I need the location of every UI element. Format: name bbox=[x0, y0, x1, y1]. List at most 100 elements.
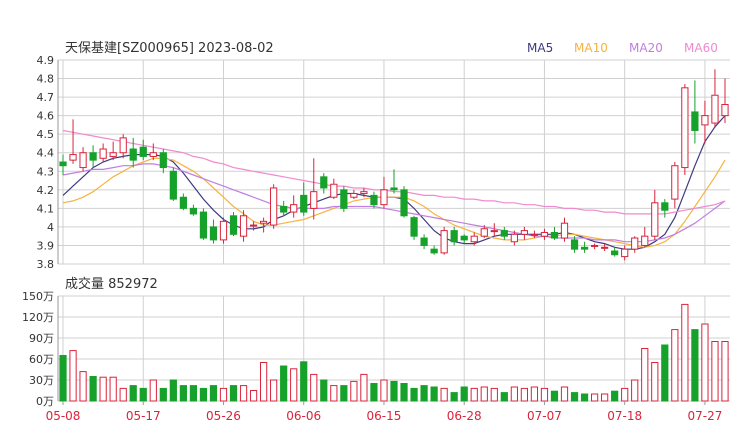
candle-body bbox=[490, 230, 498, 233]
candle bbox=[520, 226, 528, 240]
candle bbox=[320, 173, 328, 194]
price-tick-label: 4.8 bbox=[37, 73, 55, 86]
volume-bar bbox=[239, 385, 248, 402]
candle bbox=[671, 162, 679, 209]
candle-body bbox=[570, 239, 579, 250]
candle bbox=[69, 119, 77, 164]
price-tick-label: 4.9 bbox=[37, 54, 55, 67]
volume-bars bbox=[59, 303, 729, 402]
legend-ma20: MA20 bbox=[629, 41, 663, 55]
candle bbox=[270, 184, 278, 229]
volume-bar bbox=[400, 383, 408, 402]
candle-body bbox=[370, 194, 378, 206]
candle-body bbox=[189, 207, 198, 215]
volume-bar bbox=[520, 387, 528, 402]
candle bbox=[540, 228, 549, 240]
volume-tick-label: 0万 bbox=[36, 395, 54, 408]
volume-bar bbox=[470, 387, 478, 402]
candle-body bbox=[410, 217, 418, 237]
volume-bar bbox=[129, 385, 137, 402]
candle bbox=[560, 217, 569, 242]
volume-bar bbox=[249, 390, 258, 402]
volume-bar bbox=[109, 376, 117, 402]
volume-bar bbox=[89, 376, 97, 402]
volume-bar bbox=[290, 368, 298, 402]
volume-bar bbox=[480, 386, 488, 402]
candle-body bbox=[691, 111, 699, 131]
price-tick-label: 4.4 bbox=[37, 147, 55, 160]
candle-body bbox=[530, 233, 539, 236]
candle bbox=[641, 226, 649, 248]
volume-bar bbox=[149, 379, 157, 402]
candle bbox=[330, 178, 338, 200]
candle-body bbox=[430, 248, 438, 254]
candle bbox=[139, 139, 147, 161]
volume-bar bbox=[300, 361, 308, 402]
date-tick-label: 06-28 bbox=[447, 409, 482, 423]
candle-body bbox=[540, 231, 549, 237]
candle-body bbox=[470, 235, 478, 243]
volume-bar bbox=[159, 387, 167, 402]
candle bbox=[229, 212, 238, 237]
volume-bar bbox=[711, 341, 719, 402]
candle bbox=[430, 245, 438, 255]
candle-body bbox=[340, 189, 348, 209]
candle-body bbox=[350, 193, 358, 198]
candle-body bbox=[79, 152, 87, 169]
candle bbox=[570, 236, 579, 253]
candle-body bbox=[631, 237, 639, 250]
date-tick-label: 05-17 bbox=[126, 409, 161, 423]
candle bbox=[590, 243, 599, 250]
candle-body bbox=[139, 146, 147, 157]
candle bbox=[280, 200, 288, 216]
candle-body bbox=[450, 230, 458, 243]
candle bbox=[711, 69, 719, 127]
candle bbox=[290, 195, 298, 218]
volume-y-axis: 150万 120万 90万 60万 30万 0万 bbox=[22, 290, 54, 408]
candle bbox=[380, 176, 388, 209]
volume-bar bbox=[189, 385, 198, 402]
candle-body bbox=[701, 115, 709, 126]
volume-bar bbox=[79, 371, 87, 402]
candle bbox=[310, 158, 318, 220]
candle-body bbox=[199, 211, 208, 239]
candle-body bbox=[270, 187, 278, 226]
volume-bar bbox=[490, 387, 498, 402]
candle bbox=[580, 241, 589, 253]
candle bbox=[59, 154, 67, 175]
candle-body bbox=[681, 87, 689, 169]
candle bbox=[350, 189, 358, 200]
candlesticks bbox=[59, 69, 729, 261]
candle bbox=[611, 247, 619, 257]
candle-body bbox=[721, 104, 729, 117]
candle bbox=[410, 215, 418, 240]
price-grid bbox=[57, 59, 730, 265]
candle-body bbox=[69, 154, 77, 161]
volume-bar bbox=[510, 386, 518, 402]
volume-bar bbox=[99, 376, 107, 402]
candle-body bbox=[330, 183, 338, 198]
candle bbox=[189, 204, 198, 216]
volume-bar bbox=[340, 385, 348, 402]
candle-body bbox=[169, 170, 177, 200]
volume-bar bbox=[550, 390, 559, 402]
candle bbox=[631, 236, 639, 253]
price-tick-label: 4.1 bbox=[37, 202, 55, 215]
volume-bar bbox=[320, 379, 328, 402]
candle-body bbox=[360, 191, 368, 195]
candle-body bbox=[390, 187, 398, 191]
candle-body bbox=[119, 137, 127, 154]
candle-body bbox=[149, 152, 157, 157]
volume-tick-label: 150万 bbox=[22, 290, 54, 303]
candle bbox=[420, 234, 428, 250]
date-tick-label: 05-08 bbox=[46, 409, 81, 423]
volume-bar bbox=[500, 392, 508, 402]
date-tick-label: 07-07 bbox=[527, 409, 562, 423]
candle-body bbox=[420, 237, 428, 246]
chart-canvas: 4.94.84.74.64.54.44.34.24.143.93.8 150万1… bbox=[22, 41, 730, 423]
volume-bar bbox=[270, 379, 278, 402]
volume-bar bbox=[119, 387, 127, 402]
candle bbox=[661, 199, 669, 218]
legend-ma60: MA60 bbox=[684, 41, 718, 55]
volume-bar bbox=[350, 380, 358, 402]
